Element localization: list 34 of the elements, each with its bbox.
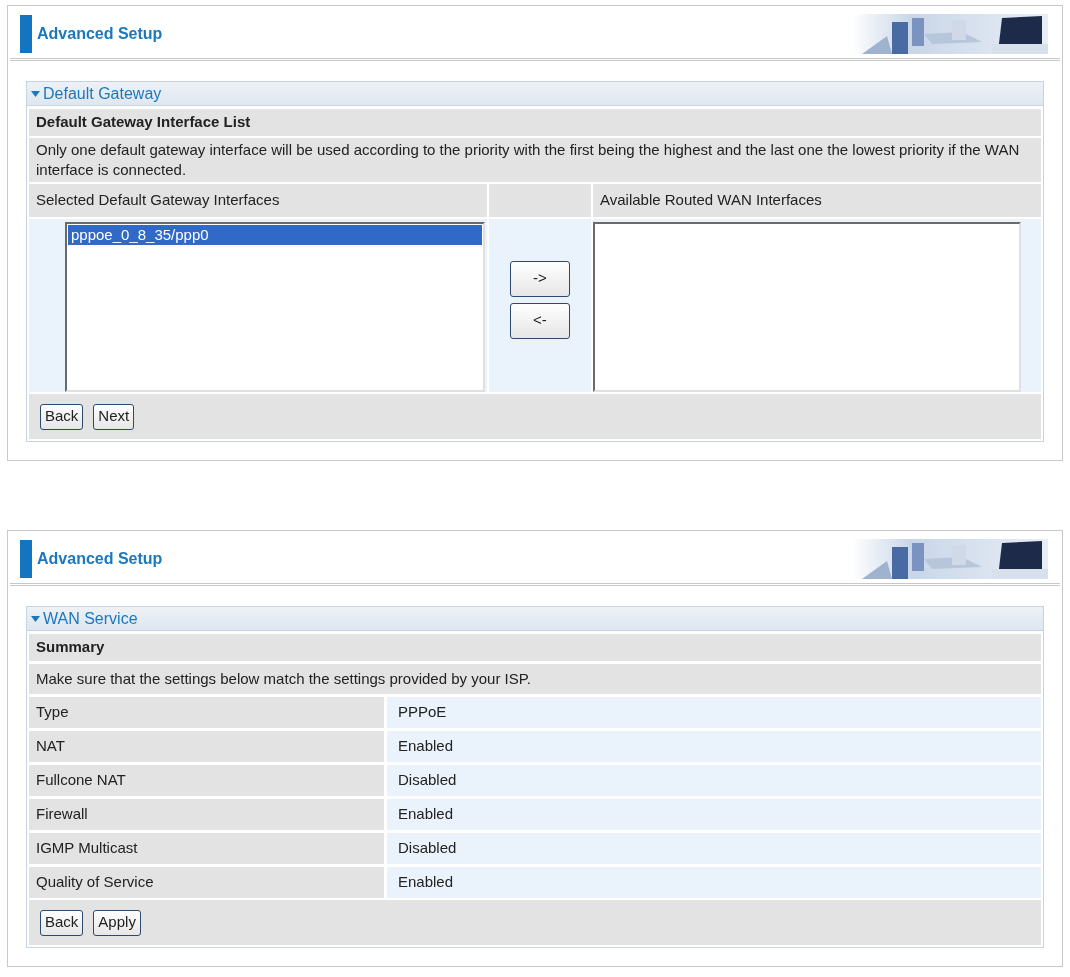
setting-label: Type — [29, 697, 384, 728]
triangle-icon[interactable] — [31, 615, 40, 622]
move-right-button[interactable]: -> — [510, 260, 570, 297]
setting-value: Enabled — [387, 731, 1041, 762]
title-accent-bar — [20, 540, 32, 578]
setting-value: PPPoE — [387, 697, 1041, 728]
setting-value: Enabled — [387, 867, 1041, 898]
setting-value: Enabled — [387, 799, 1041, 830]
next-button[interactable]: Apply — [93, 909, 141, 936]
description: Only one default gateway interface will be used according to the priority with the first being the highest and the last one the lowest priority if the WAN interface is connected. — [29, 138, 1041, 182]
section-title[interactable]: Default Gateway — [43, 81, 162, 106]
selected-interface-list[interactable]: pppoe_0_8_35/ppp0 — [65, 222, 485, 392]
setting-label: Quality of Service — [29, 867, 384, 898]
description: Make sure that the settings below match the settings provided by your ISP. — [29, 664, 1041, 694]
setting-value: Disabled — [387, 833, 1041, 864]
setting-label: IGMP Multicast — [29, 833, 384, 864]
list-item[interactable]: pppoe_0_8_35/ppp0 — [68, 225, 482, 245]
setting-label: Firewall — [29, 799, 384, 830]
triangle-icon[interactable] — [31, 90, 40, 97]
next-button[interactable]: Next — [93, 403, 135, 430]
back-button[interactable]: Back — [40, 909, 84, 936]
title-accent-bar — [20, 15, 32, 53]
column-header: Selected Default Gateway Interfaces — [29, 184, 487, 217]
page-title: Advanced Setup — [37, 24, 163, 44]
setting-label: NAT — [29, 731, 384, 762]
setting-label: Fullcone NAT — [29, 765, 384, 796]
move-left-button[interactable]: <- — [510, 302, 570, 339]
section-title[interactable]: WAN Service — [43, 606, 138, 631]
column-header: Available Routed WAN Interfaces — [593, 184, 1041, 217]
subtitle: Default Gateway Interface List — [29, 109, 1041, 136]
back-button[interactable]: Back — [40, 403, 84, 430]
page-title: Advanced Setup — [37, 549, 163, 569]
setting-value: Disabled — [387, 765, 1041, 796]
subtitle: Summary — [29, 634, 1041, 661]
